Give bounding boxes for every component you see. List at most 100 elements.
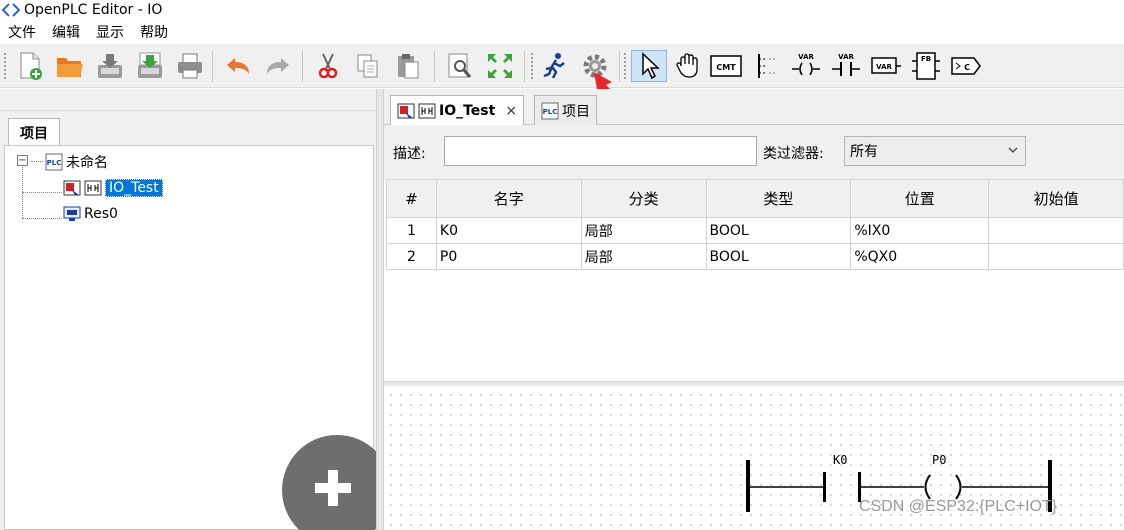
- fullscreen-button[interactable]: [484, 50, 516, 82]
- table-row[interactable]: 2 P0 局部 BOOL %QX0: [386, 243, 1124, 270]
- cell-class[interactable]: 局部: [580, 217, 707, 244]
- contact-button[interactable]: VAR: [830, 50, 862, 82]
- tree-item-label: Res0: [84, 206, 118, 222]
- function-block-icon: FB: [912, 52, 940, 80]
- new-file-button[interactable]: [14, 50, 46, 82]
- tab-label: IO_Test: [439, 103, 496, 119]
- cell-type[interactable]: BOOL: [705, 217, 852, 244]
- column-header-class[interactable]: 分类: [580, 179, 707, 218]
- tree-item-res0[interactable]: Res0: [63, 203, 118, 225]
- power-rail-icon: [758, 54, 777, 78]
- cmt-label: CMT: [716, 63, 736, 72]
- variable-button[interactable]: VAR: [870, 50, 902, 82]
- paste-button[interactable]: [392, 50, 424, 82]
- select-pointer-button[interactable]: [631, 50, 667, 82]
- cell-name[interactable]: P0: [435, 243, 582, 270]
- cell-type[interactable]: BOOL: [705, 243, 852, 270]
- coil-button[interactable]: VAR: [790, 50, 822, 82]
- svg-text:PLC: PLC: [47, 159, 62, 167]
- function-block-button[interactable]: FB: [910, 50, 942, 82]
- cell-name[interactable]: K0: [435, 217, 582, 244]
- connection-icon: C: [951, 57, 981, 75]
- connection-label: C: [964, 63, 970, 72]
- menu-help[interactable]: 帮助: [132, 22, 176, 42]
- class-filter-select[interactable]: 所有: [844, 136, 1026, 166]
- coil-variable-label: P0: [932, 453, 947, 467]
- tab-project[interactable]: PLC 项目: [534, 95, 597, 125]
- hand-icon: [676, 53, 698, 78]
- toolbar-grip[interactable]: [3, 52, 7, 80]
- save-button[interactable]: [94, 50, 126, 82]
- plc-project-icon: PLC: [45, 153, 63, 171]
- copy-icon: [357, 54, 378, 78]
- left-power-rail[interactable]: [746, 460, 750, 512]
- column-header-type[interactable]: 类型: [705, 179, 852, 218]
- save-as-button[interactable]: [134, 50, 166, 82]
- comment-icon: CMT: [710, 55, 742, 77]
- toolbar-grip[interactable]: [530, 52, 534, 80]
- tree-item-root[interactable]: PLC 未命名: [45, 151, 108, 173]
- column-header-index[interactable]: #: [386, 179, 437, 218]
- cut-button[interactable]: [312, 50, 344, 82]
- connection-button[interactable]: C: [950, 50, 982, 82]
- cell-index[interactable]: 1: [386, 217, 437, 244]
- copy-button[interactable]: [352, 50, 384, 82]
- table-row[interactable]: 1 K0 局部 BOOL %IX0: [386, 217, 1124, 244]
- toolbar-separator: [434, 50, 435, 82]
- cell-class[interactable]: 局部: [580, 243, 707, 270]
- coil-p0-left[interactable]: [924, 474, 931, 500]
- cut-icon: [318, 53, 338, 79]
- menu-file[interactable]: 文件: [0, 22, 44, 42]
- description-label: 描述:: [393, 146, 426, 162]
- toolbar-separator: [619, 50, 620, 82]
- panel-splitter[interactable]: [376, 89, 384, 530]
- tree-item-io-test[interactable]: IO_Test: [63, 177, 163, 199]
- column-header-initial-value[interactable]: 初始值: [988, 179, 1124, 218]
- window-title: OpenPLC Editor - IO: [24, 2, 163, 18]
- tab-io-test[interactable]: IO_Test ×: [390, 95, 525, 126]
- run-button[interactable]: [539, 50, 571, 82]
- contact-variable-label: K0: [833, 453, 848, 467]
- power-rail-button[interactable]: [750, 50, 782, 82]
- cell-location[interactable]: %QX0: [850, 243, 990, 270]
- variable-filter-bar: 描述: 类过滤器: 所有: [384, 125, 1124, 179]
- resource-icon: [63, 205, 81, 223]
- column-header-name[interactable]: 名字: [435, 179, 582, 218]
- print-icon: [178, 53, 202, 79]
- close-tab-icon[interactable]: ×: [505, 103, 517, 119]
- contact-k0-left[interactable]: [823, 472, 826, 502]
- magnifier-icon: [448, 53, 472, 78]
- table-header-row: # 名字 分类 类型 位置 初始值: [386, 179, 1124, 218]
- cell-initial-value[interactable]: [988, 217, 1124, 244]
- redo-button[interactable]: [262, 50, 294, 82]
- fullscreen-icon: [488, 54, 512, 78]
- new-file-icon: [20, 52, 42, 80]
- coil-icon: VAR: [792, 53, 820, 76]
- project-panel-header: [0, 89, 376, 111]
- toolbar: CMT VAR VAR VAR FB C: [0, 44, 1124, 112]
- paste-icon: [398, 54, 419, 79]
- print-button[interactable]: [174, 50, 206, 82]
- column-header-location[interactable]: 位置: [850, 179, 990, 218]
- hand-button[interactable]: [672, 50, 704, 82]
- openplc-logo-icon: [0, 0, 22, 20]
- cell-initial-value[interactable]: [988, 243, 1124, 270]
- ladder-diagram-icon: [84, 179, 102, 197]
- pointer-icon: [642, 52, 660, 80]
- description-input[interactable]: [444, 136, 757, 166]
- menu-view[interactable]: 显示: [88, 22, 132, 42]
- undo-button[interactable]: [222, 50, 254, 82]
- comment-button[interactable]: CMT: [710, 50, 742, 82]
- find-button[interactable]: [444, 50, 476, 82]
- cell-location[interactable]: %IX0: [850, 217, 990, 244]
- chevron-down-icon: [1007, 144, 1019, 159]
- redo-icon: [267, 58, 289, 74]
- collapse-toggle-icon[interactable]: −: [17, 155, 28, 166]
- tab-project[interactable]: 项目: [8, 118, 60, 146]
- toolbar-grip[interactable]: [623, 52, 627, 80]
- cell-index[interactable]: 2: [386, 243, 437, 270]
- open-button[interactable]: [54, 50, 86, 82]
- menu-edit[interactable]: 编辑: [44, 22, 88, 42]
- variable-icon: VAR: [871, 57, 901, 74]
- coil-p0-right[interactable]: [955, 474, 962, 500]
